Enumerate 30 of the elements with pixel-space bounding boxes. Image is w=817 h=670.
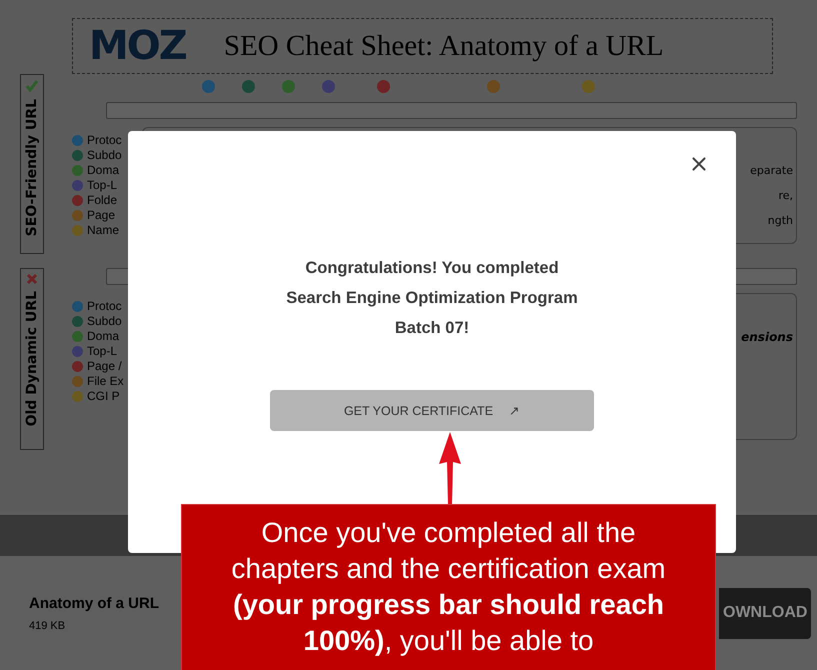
panel-text: ensions (741, 330, 793, 344)
list-item-text: Doma (87, 329, 120, 343)
check-icon (25, 79, 39, 93)
cross-icon (26, 273, 38, 285)
list-item-text: Protoc (87, 299, 122, 313)
logo: MOZ (89, 23, 186, 69)
list-item-text: File Ex (87, 374, 124, 388)
list-item-text: Protoc (87, 133, 122, 147)
panel-text: re, (778, 189, 793, 202)
list-item-text: Page (87, 208, 116, 222)
list-item-text: Subdo (87, 314, 122, 328)
list-item-text: Doma (87, 163, 120, 177)
list-item-text: Folde (87, 193, 118, 207)
file-size: 419 KB (29, 620, 66, 632)
section-label-text: SEO-Friendly URL (24, 99, 40, 236)
congratulations-message: Congratulations! You completed Search Engine Optimization Program Batch 07! (286, 258, 578, 339)
list-item-text: Name (87, 223, 120, 237)
list-item-text: Subdo (87, 148, 122, 162)
panel-text: eparate (750, 164, 793, 177)
list-item-text: Top-L (87, 178, 118, 192)
section-label-text: Old Dynamic URL (24, 291, 40, 426)
callout-text: Once you've completed all the chapters and the certification exam (your progress bar should reach 100%), you'll be able to (181, 504, 716, 670)
list-item-text: Top-L (87, 344, 118, 358)
file-name: Anatomy of a URL (29, 594, 160, 612)
panel-text: ngth (768, 214, 793, 227)
list-item-text: CGI P (87, 389, 120, 403)
cheat-sheet-title: SEO Cheat Sheet: Anatomy of a URL (224, 30, 664, 62)
get-certificate-button[interactable]: GET YOUR CERTIFICATE ↗ (270, 390, 594, 431)
list-item-text: Page / (87, 359, 122, 373)
download-button[interactable]: OWNLOAD (719, 588, 811, 638)
